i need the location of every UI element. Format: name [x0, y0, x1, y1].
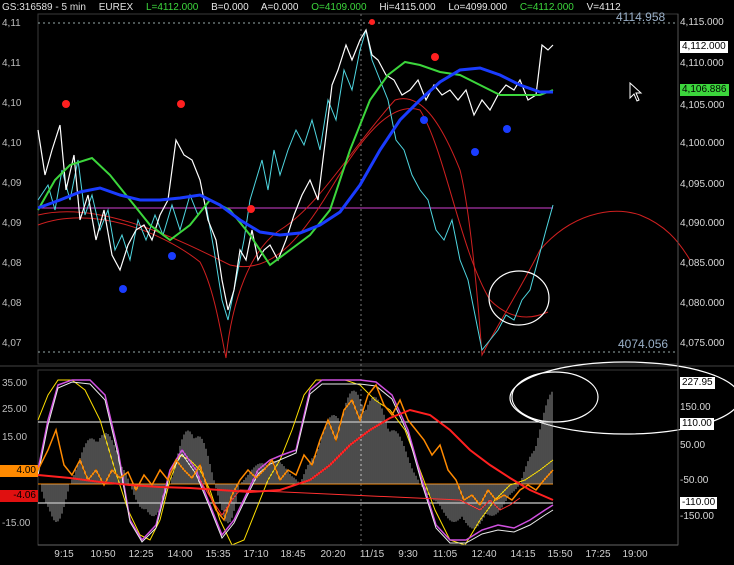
ask-label: A=0.000: [260, 2, 299, 13]
symbol-label[interactable]: GS:316589 - 5 min: [2, 2, 86, 13]
time-axis-label: 15:50: [547, 549, 573, 560]
time-axis-label: 15:35: [205, 549, 231, 560]
ma-price-tag: 4,106.886: [680, 84, 729, 96]
chart-canvas[interactable]: [0, 0, 734, 565]
annotation-circle-price[interactable]: [488, 270, 550, 326]
close-label: C=4112.000: [519, 2, 574, 13]
left-price-axis-label: 4,09: [2, 218, 22, 229]
price-axis-label: 4,090.000: [680, 218, 725, 229]
band-mid-curve: [37, 108, 549, 318]
price-axis-label: 4,080.000: [680, 298, 725, 309]
time-axis-label: 14:15: [510, 549, 536, 560]
bid-label: B=0.000: [211, 2, 249, 13]
price-axis-label: 4,085.000: [680, 258, 725, 269]
mouse-pointer-icon: [629, 82, 643, 102]
time-axis-label: 11:05: [432, 549, 458, 560]
chart-header: GS:316589 - 5 min EUREX L=4112.000 B=0.0…: [2, 2, 631, 14]
last-price-label: L=4112.000: [145, 2, 199, 13]
price-series-white: [37, 28, 554, 311]
osc-negative-tag: -4.06: [0, 490, 38, 502]
time-axis-label: 12:40: [471, 549, 497, 560]
price-axis-label: 4,075.000: [680, 338, 725, 349]
bottom-level-label: 4074.056: [618, 337, 669, 351]
osc-level-tag: -110.00: [680, 497, 718, 509]
left-price-axis-label: 4,11: [2, 18, 21, 29]
red-signal-dots: [62, 19, 439, 213]
price-axis-label: 4,115.000: [680, 17, 724, 28]
left-price-axis-label: 4,11: [2, 58, 21, 69]
left-price-axis-label: 4,08: [2, 258, 22, 269]
osc-right-axis-label: -50.00: [680, 475, 709, 486]
time-axis-label: 10:50: [90, 549, 116, 560]
osc-line-orange: [37, 383, 554, 522]
time-axis-label: 14:00: [167, 549, 193, 560]
time-axis-label: 12:25: [128, 549, 154, 560]
top-level-label: 4114.958: [616, 10, 666, 24]
time-axis-label: 18:45: [280, 549, 306, 560]
price-axis-label: 4,095.000: [680, 179, 725, 190]
left-price-axis-label: 4,10: [2, 138, 22, 149]
high-label: Hi=4115.000: [379, 2, 436, 13]
time-axis-label: 17:10: [243, 549, 269, 560]
low-label: Lo=4099.000: [448, 2, 508, 13]
time-axis-label: 19:00: [622, 549, 648, 560]
band-lower-curve: [37, 98, 691, 359]
left-price-axis-label: 4,10: [2, 98, 22, 109]
open-label: O=4109.000: [311, 2, 367, 13]
osc-left-axis-label: 15.00: [2, 432, 28, 443]
osc-value-tag: 227.95: [680, 377, 715, 389]
osc-level-tag: 110.00: [680, 418, 714, 430]
osc-right-axis-label: 150.00: [680, 402, 711, 413]
osc-left-axis-label: -15.00: [2, 518, 31, 529]
osc-right-axis-label: -150.00: [680, 511, 714, 522]
time-axis-label: 20:20: [320, 549, 346, 560]
osc-right-axis-label: 50.00: [680, 440, 706, 451]
price-series-cyan: [37, 29, 554, 352]
price-axis-label: 4,105.000: [680, 100, 725, 111]
time-axis-label: 9:15: [54, 549, 74, 560]
last-price-tag: 4,112.000: [680, 41, 728, 53]
osc-left-axis-label: 25.00: [2, 404, 28, 415]
left-price-axis-label: 4,09: [2, 178, 22, 189]
exchange-label: EUREX: [98, 2, 134, 13]
price-axis-label: 4,100.000: [680, 138, 725, 149]
time-axis-label: 11/15: [359, 549, 385, 560]
time-axis-label: 17:25: [585, 549, 611, 560]
chart-window[interactable]: GS:316589 - 5 min EUREX L=4112.000 B=0.0…: [0, 0, 734, 565]
left-price-axis-label: 4,07: [2, 338, 22, 349]
time-axis-label: 9:30: [398, 549, 418, 560]
price-axis-label: 4,110.000: [680, 58, 724, 69]
osc-positive-tag: 4.00: [0, 465, 38, 477]
osc-left-axis-label: 35.00: [2, 378, 28, 389]
left-price-axis-label: 4,08: [2, 298, 22, 309]
